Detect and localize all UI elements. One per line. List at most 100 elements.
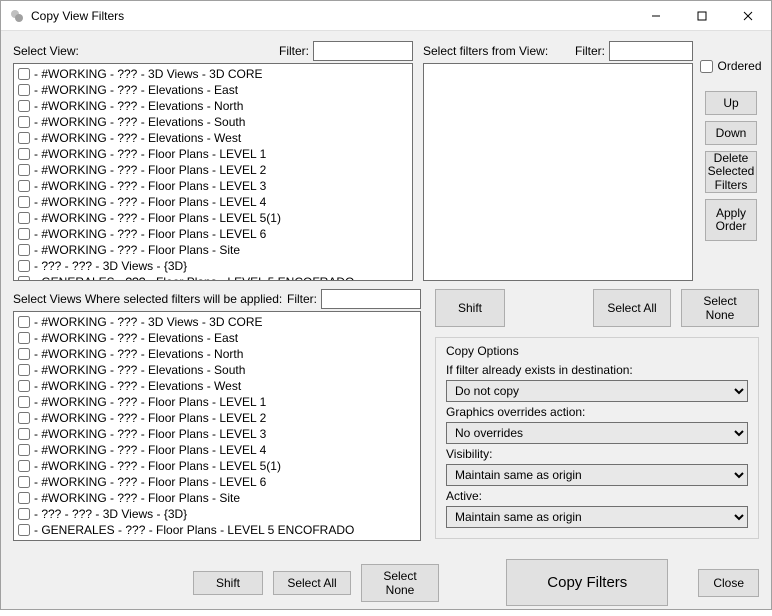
list-item[interactable]: - #WORKING - ??? - 3D Views - 3D CORE — [16, 314, 418, 330]
list-item-label: - #WORKING - ??? - Floor Plans - LEVEL 4 — [34, 195, 266, 209]
list-item[interactable]: - #WORKING - ??? - Floor Plans - LEVEL 5… — [16, 210, 410, 226]
list-item[interactable]: - #WORKING - ??? - Floor Plans - LEVEL 6 — [16, 226, 410, 242]
list-item-checkbox[interactable] — [18, 100, 30, 112]
exists-label: If filter already exists in destination: — [446, 363, 748, 377]
list-item-checkbox[interactable] — [18, 260, 30, 272]
list-item[interactable]: - #WORKING - ??? - Floor Plans - LEVEL 1 — [16, 146, 410, 162]
list-item[interactable]: - GENERALES - ??? - Floor Plans - LEVEL … — [16, 274, 410, 281]
list-item-checkbox[interactable] — [18, 244, 30, 256]
list-item-checkbox[interactable] — [18, 348, 30, 360]
list-item-label: - #WORKING - ??? - Floor Plans - Site — [34, 243, 240, 257]
list-item-checkbox[interactable] — [18, 316, 30, 328]
copy-filters-button[interactable]: Copy Filters — [506, 559, 668, 606]
bottom-row: Select Views Where selected filters will… — [13, 289, 759, 541]
list-item-checkbox[interactable] — [18, 444, 30, 456]
filters-from-view-panel: Select filters from View: Filter: — [423, 41, 693, 281]
list-item-checkbox[interactable] — [18, 116, 30, 128]
target-shift-button[interactable]: Shift — [193, 571, 263, 595]
filter-list-buttons: Shift Select All Select None — [435, 289, 759, 327]
list-item[interactable]: - #WORKING - ??? - Elevations - East — [16, 330, 418, 346]
list-item[interactable]: - #WORKING - ??? - Elevations - West — [16, 130, 410, 146]
list-item-checkbox[interactable] — [18, 132, 30, 144]
list-item-checkbox[interactable] — [18, 84, 30, 96]
target-select-none-button[interactable]: Select None — [361, 564, 439, 602]
ordered-checkbox[interactable] — [700, 60, 713, 73]
exists-select[interactable]: Do not copy — [446, 380, 748, 402]
close-button[interactable]: Close — [698, 569, 759, 597]
source-views-label: Select View: — [13, 44, 79, 58]
target-views-list[interactable]: - #WORKING - ??? - 3D Views - 3D CORE - … — [13, 311, 421, 541]
list-item[interactable]: - #WORKING - ??? - Floor Plans - Site — [16, 490, 418, 506]
minimize-button[interactable] — [633, 1, 679, 31]
close-window-button[interactable] — [725, 1, 771, 31]
source-filter-input[interactable] — [313, 41, 413, 61]
copy-options-title: Copy Options — [446, 344, 748, 358]
list-item-checkbox[interactable] — [18, 428, 30, 440]
list-item[interactable]: - #WORKING - ??? - Floor Plans - LEVEL 4 — [16, 442, 418, 458]
list-item[interactable]: - #WORKING - ??? - Elevations - East — [16, 82, 410, 98]
list-item[interactable]: - #WORKING - ??? - Elevations - South — [16, 114, 410, 130]
list-item-checkbox[interactable] — [18, 212, 30, 224]
target-filter-input[interactable] — [321, 289, 421, 309]
active-select[interactable]: Maintain same as origin — [446, 506, 748, 528]
list-item-label: - #WORKING - ??? - Elevations - West — [34, 131, 241, 145]
list-item-checkbox[interactable] — [18, 364, 30, 376]
filters-select-none-button[interactable]: Select None — [681, 289, 759, 327]
target-select-all-button[interactable]: Select All — [273, 571, 351, 595]
list-item-checkbox[interactable] — [18, 460, 30, 472]
maximize-button[interactable] — [679, 1, 725, 31]
list-item-checkbox[interactable] — [18, 412, 30, 424]
list-item[interactable]: - #WORKING - ??? - Floor Plans - LEVEL 3 — [16, 178, 410, 194]
apply-order-button[interactable]: Apply Order — [705, 199, 757, 241]
graphics-select[interactable]: No overrides — [446, 422, 748, 444]
list-item[interactable]: - #WORKING - ??? - Floor Plans - LEVEL 1 — [16, 394, 418, 410]
list-item[interactable]: - #WORKING - ??? - Elevations - North — [16, 346, 418, 362]
dialog-body: Select View: Filter: - #WORKING - ??? - … — [1, 31, 771, 616]
filters-select-all-button[interactable]: Select All — [593, 289, 671, 327]
source-views-list[interactable]: - #WORKING - ??? - 3D Views - 3D CORE - … — [13, 63, 413, 281]
list-item[interactable]: - #WORKING - ??? - Floor Plans - Site — [16, 242, 410, 258]
list-item-checkbox[interactable] — [18, 228, 30, 240]
filters-filter-input[interactable] — [609, 41, 693, 61]
list-item[interactable]: - #WORKING - ??? - Floor Plans - LEVEL 4 — [16, 194, 410, 210]
list-item-checkbox[interactable] — [18, 380, 30, 392]
filters-shift-button[interactable]: Shift — [435, 289, 505, 327]
list-item-checkbox[interactable] — [18, 508, 30, 520]
target-filter-label: Filter: — [287, 292, 317, 306]
filters-list[interactable] — [423, 63, 693, 281]
list-item-checkbox[interactable] — [18, 476, 30, 488]
list-item-checkbox[interactable] — [18, 164, 30, 176]
ordered-check-wrap[interactable]: Ordered — [700, 59, 761, 73]
list-item[interactable]: - #WORKING - ??? - Floor Plans - LEVEL 6 — [16, 474, 418, 490]
list-item[interactable]: - #WORKING - ??? - Floor Plans - LEVEL 3 — [16, 426, 418, 442]
list-item-checkbox[interactable] — [18, 148, 30, 160]
target-views-panel: Select Views Where selected filters will… — [13, 289, 421, 541]
list-item[interactable]: - #WORKING - ??? - 3D Views - 3D CORE — [16, 66, 410, 82]
up-button[interactable]: Up — [705, 91, 757, 115]
list-item[interactable]: - #WORKING - ??? - Floor Plans - LEVEL 2 — [16, 162, 410, 178]
delete-selected-filters-button[interactable]: Delete Selected Filters — [705, 151, 757, 193]
list-item-label: - #WORKING - ??? - Elevations - North — [34, 99, 243, 113]
list-item-label: - #WORKING - ??? - Floor Plans - Site — [34, 491, 240, 505]
list-item-checkbox[interactable] — [18, 196, 30, 208]
side-column: Ordered Up Down Delete Selected Filters … — [703, 41, 759, 281]
list-item-checkbox[interactable] — [18, 332, 30, 344]
list-item[interactable]: - #WORKING - ??? - Floor Plans - LEVEL 5… — [16, 458, 418, 474]
list-item[interactable]: - GENERALES - ??? - Floor Plans - LEVEL … — [16, 522, 418, 538]
list-item[interactable]: - #WORKING - ??? - Elevations - South — [16, 362, 418, 378]
list-item-checkbox[interactable] — [18, 396, 30, 408]
list-item[interactable]: - #WORKING - ??? - Elevations - North — [16, 98, 410, 114]
list-item-label: - #WORKING - ??? - Floor Plans - LEVEL 6 — [34, 475, 266, 489]
list-item[interactable]: - ??? - ??? - 3D Views - {3D} — [16, 506, 418, 522]
visibility-select[interactable]: Maintain same as origin — [446, 464, 748, 486]
list-item-checkbox[interactable] — [18, 492, 30, 504]
list-item[interactable]: - #WORKING - ??? - Floor Plans - LEVEL 2 — [16, 410, 418, 426]
list-item[interactable]: - ??? - ??? - 3D Views - {3D} — [16, 258, 410, 274]
list-item-checkbox[interactable] — [18, 180, 30, 192]
list-item-checkbox[interactable] — [18, 276, 30, 281]
list-item-checkbox[interactable] — [18, 68, 30, 80]
list-item[interactable]: - #WORKING - ??? - Elevations - West — [16, 378, 418, 394]
down-button[interactable]: Down — [705, 121, 757, 145]
list-item-checkbox[interactable] — [18, 524, 30, 536]
list-item-label: - #WORKING - ??? - Elevations - South — [34, 115, 245, 129]
